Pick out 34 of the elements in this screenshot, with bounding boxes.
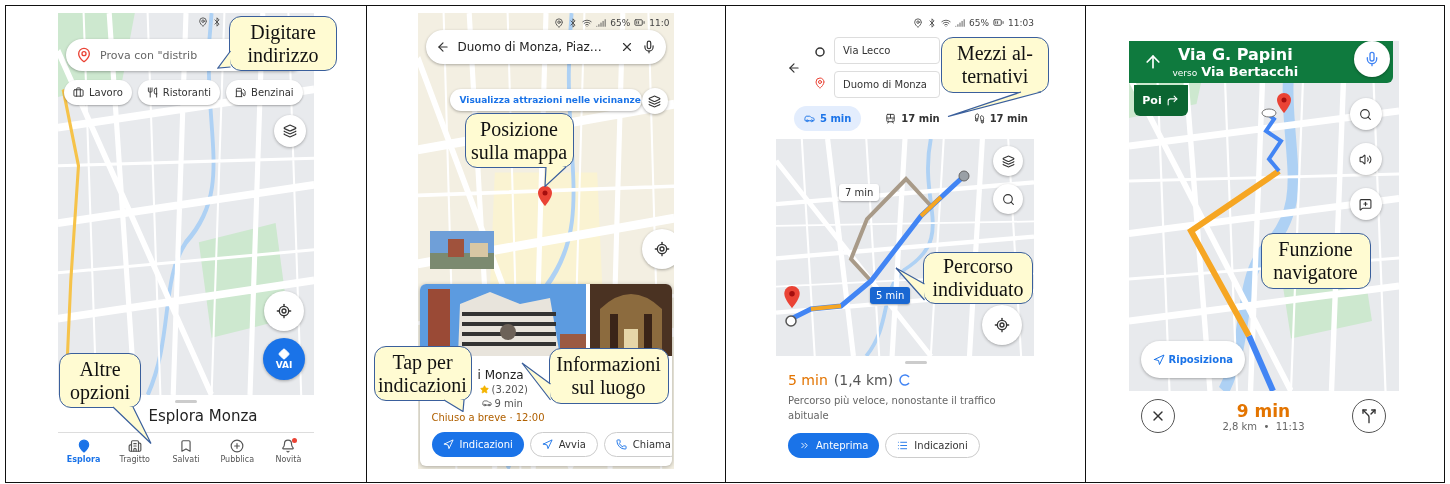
route-note: Percorso più veloce, nonostante il traffico abituale xyxy=(788,394,997,423)
callout-text: Altre opzioni xyxy=(70,357,130,404)
callout-text: Funzione navigatore xyxy=(1273,238,1358,284)
action-button[interactable]: Indicazioni xyxy=(885,433,980,458)
trip-info: 2,8 km • 11:13 xyxy=(1222,420,1305,432)
category-chip[interactable]: Lavoro xyxy=(64,80,132,105)
next-turn-label: Poi xyxy=(1142,94,1162,107)
battery-level: 65% xyxy=(969,17,990,28)
toward-street: Via Bertacchi xyxy=(1201,63,1299,79)
nav-tab[interactable]: Tragitto xyxy=(109,433,161,469)
callout-text: Mezzi al- ternativi xyxy=(956,42,1034,88)
category-chip[interactable]: Ristoranti xyxy=(137,80,220,105)
sheet-title: Esplora Monza xyxy=(148,407,258,425)
clock: 11:03 xyxy=(1008,17,1034,28)
toward-label: verso xyxy=(1172,67,1198,78)
travel-mode-tab[interactable]: 17 min xyxy=(963,106,1038,131)
route-time-label[interactable]: 7 min xyxy=(839,184,880,201)
destination-field[interactable]: Duomo di Monza xyxy=(834,71,940,98)
street-name: Via G. Papini xyxy=(1178,45,1293,64)
route-distance: (1,4 km) xyxy=(833,372,894,388)
route-time-label[interactable]: 5 min xyxy=(870,287,911,304)
recenter-button[interactable]: Riposiziona xyxy=(1140,341,1246,378)
travel-mode-tab[interactable]: 5 min xyxy=(794,106,862,131)
eta-time: 9 min xyxy=(1236,400,1291,421)
nav-tab[interactable]: Pubblica xyxy=(211,433,263,469)
travel-mode-tab[interactable]: 17 min xyxy=(875,106,950,131)
nav-tab[interactable]: Salvati xyxy=(160,433,212,469)
nav-tab[interactable]: Novità xyxy=(262,433,314,469)
action-button[interactable]: Anteprima xyxy=(788,433,880,458)
category-chip[interactable]: Benzinai xyxy=(226,80,303,105)
callout-text: Percorso individuato xyxy=(932,255,1024,301)
route-duration: 5 min xyxy=(788,372,828,388)
nav-tab[interactable]: Esplora xyxy=(58,433,110,469)
origin-field[interactable]: Via Lecco xyxy=(834,37,940,64)
